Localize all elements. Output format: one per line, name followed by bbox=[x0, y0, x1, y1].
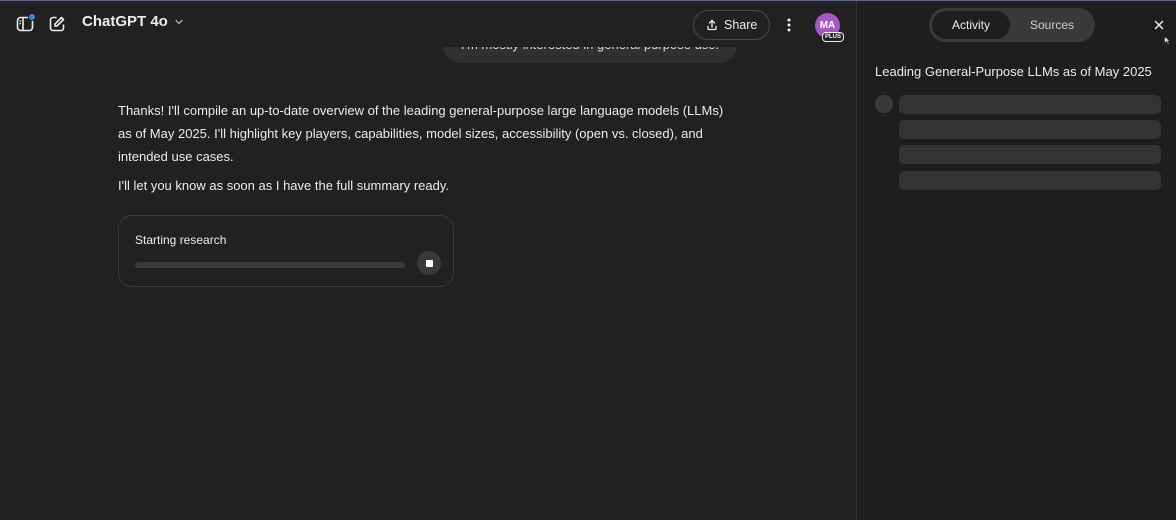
share-label: Share bbox=[724, 18, 758, 32]
tab-sources[interactable]: Sources bbox=[1012, 11, 1092, 39]
panel-title: Leading General-Purpose LLMs as of May 2… bbox=[875, 64, 1152, 79]
tab-sources-label: Sources bbox=[1029, 18, 1075, 32]
loading-skeleton-avatar bbox=[875, 95, 893, 113]
tab-activity-label: Activity bbox=[951, 18, 990, 32]
share-button[interactable]: Share bbox=[693, 10, 771, 40]
new-chat-icon bbox=[49, 16, 65, 32]
more-vertical-icon bbox=[787, 18, 791, 32]
stop-research-button[interactable] bbox=[417, 251, 441, 275]
new-chat-button[interactable] bbox=[43, 10, 71, 38]
loading-skeleton-line bbox=[899, 95, 1161, 114]
plan-badge: PLUS bbox=[822, 32, 845, 42]
loading-skeleton-line bbox=[899, 145, 1161, 164]
model-selector[interactable]: ChatGPT 4o bbox=[82, 13, 184, 30]
research-status-label: Starting research bbox=[135, 233, 227, 247]
assistant-paragraph: I'll let you know as soon as I have the … bbox=[118, 178, 450, 193]
loading-skeleton-line bbox=[899, 171, 1161, 190]
notification-dot bbox=[28, 13, 36, 21]
stop-icon bbox=[425, 259, 433, 267]
share-icon bbox=[707, 19, 717, 31]
research-progress-bar bbox=[135, 262, 405, 268]
more-options-button[interactable] bbox=[775, 11, 803, 39]
tab-activity[interactable]: Activity bbox=[932, 11, 1010, 39]
loading-skeleton-line bbox=[899, 120, 1161, 139]
chevron-down-icon bbox=[175, 19, 183, 25]
avatar-initials: MA bbox=[819, 20, 836, 31]
close-panel-button[interactable] bbox=[1145, 11, 1173, 39]
model-name: ChatGPT 4o bbox=[82, 13, 168, 30]
activity-panel: Activity Sources Leading General-Purpose… bbox=[856, 1, 1176, 520]
chatgpt-window: I'm mostly interested in general purpose… bbox=[0, 0, 1176, 520]
sidebar-toggle-button[interactable] bbox=[11, 10, 39, 38]
assistant-message: Thanks! I'll compile an up-to-date overv… bbox=[118, 99, 738, 197]
chat-pane: I'm mostly interested in general purpose… bbox=[0, 1, 856, 520]
research-status-card: Starting research bbox=[118, 215, 454, 287]
close-icon bbox=[1154, 20, 1164, 30]
top-bar: ChatGPT 4o Share MA PLUS bbox=[0, 1, 856, 47]
assistant-paragraph: Thanks! I'll compile an up-to-date overv… bbox=[118, 103, 724, 164]
panel-tabs: Activity Sources bbox=[929, 8, 1095, 42]
mouse-cursor-icon bbox=[1164, 36, 1170, 45]
